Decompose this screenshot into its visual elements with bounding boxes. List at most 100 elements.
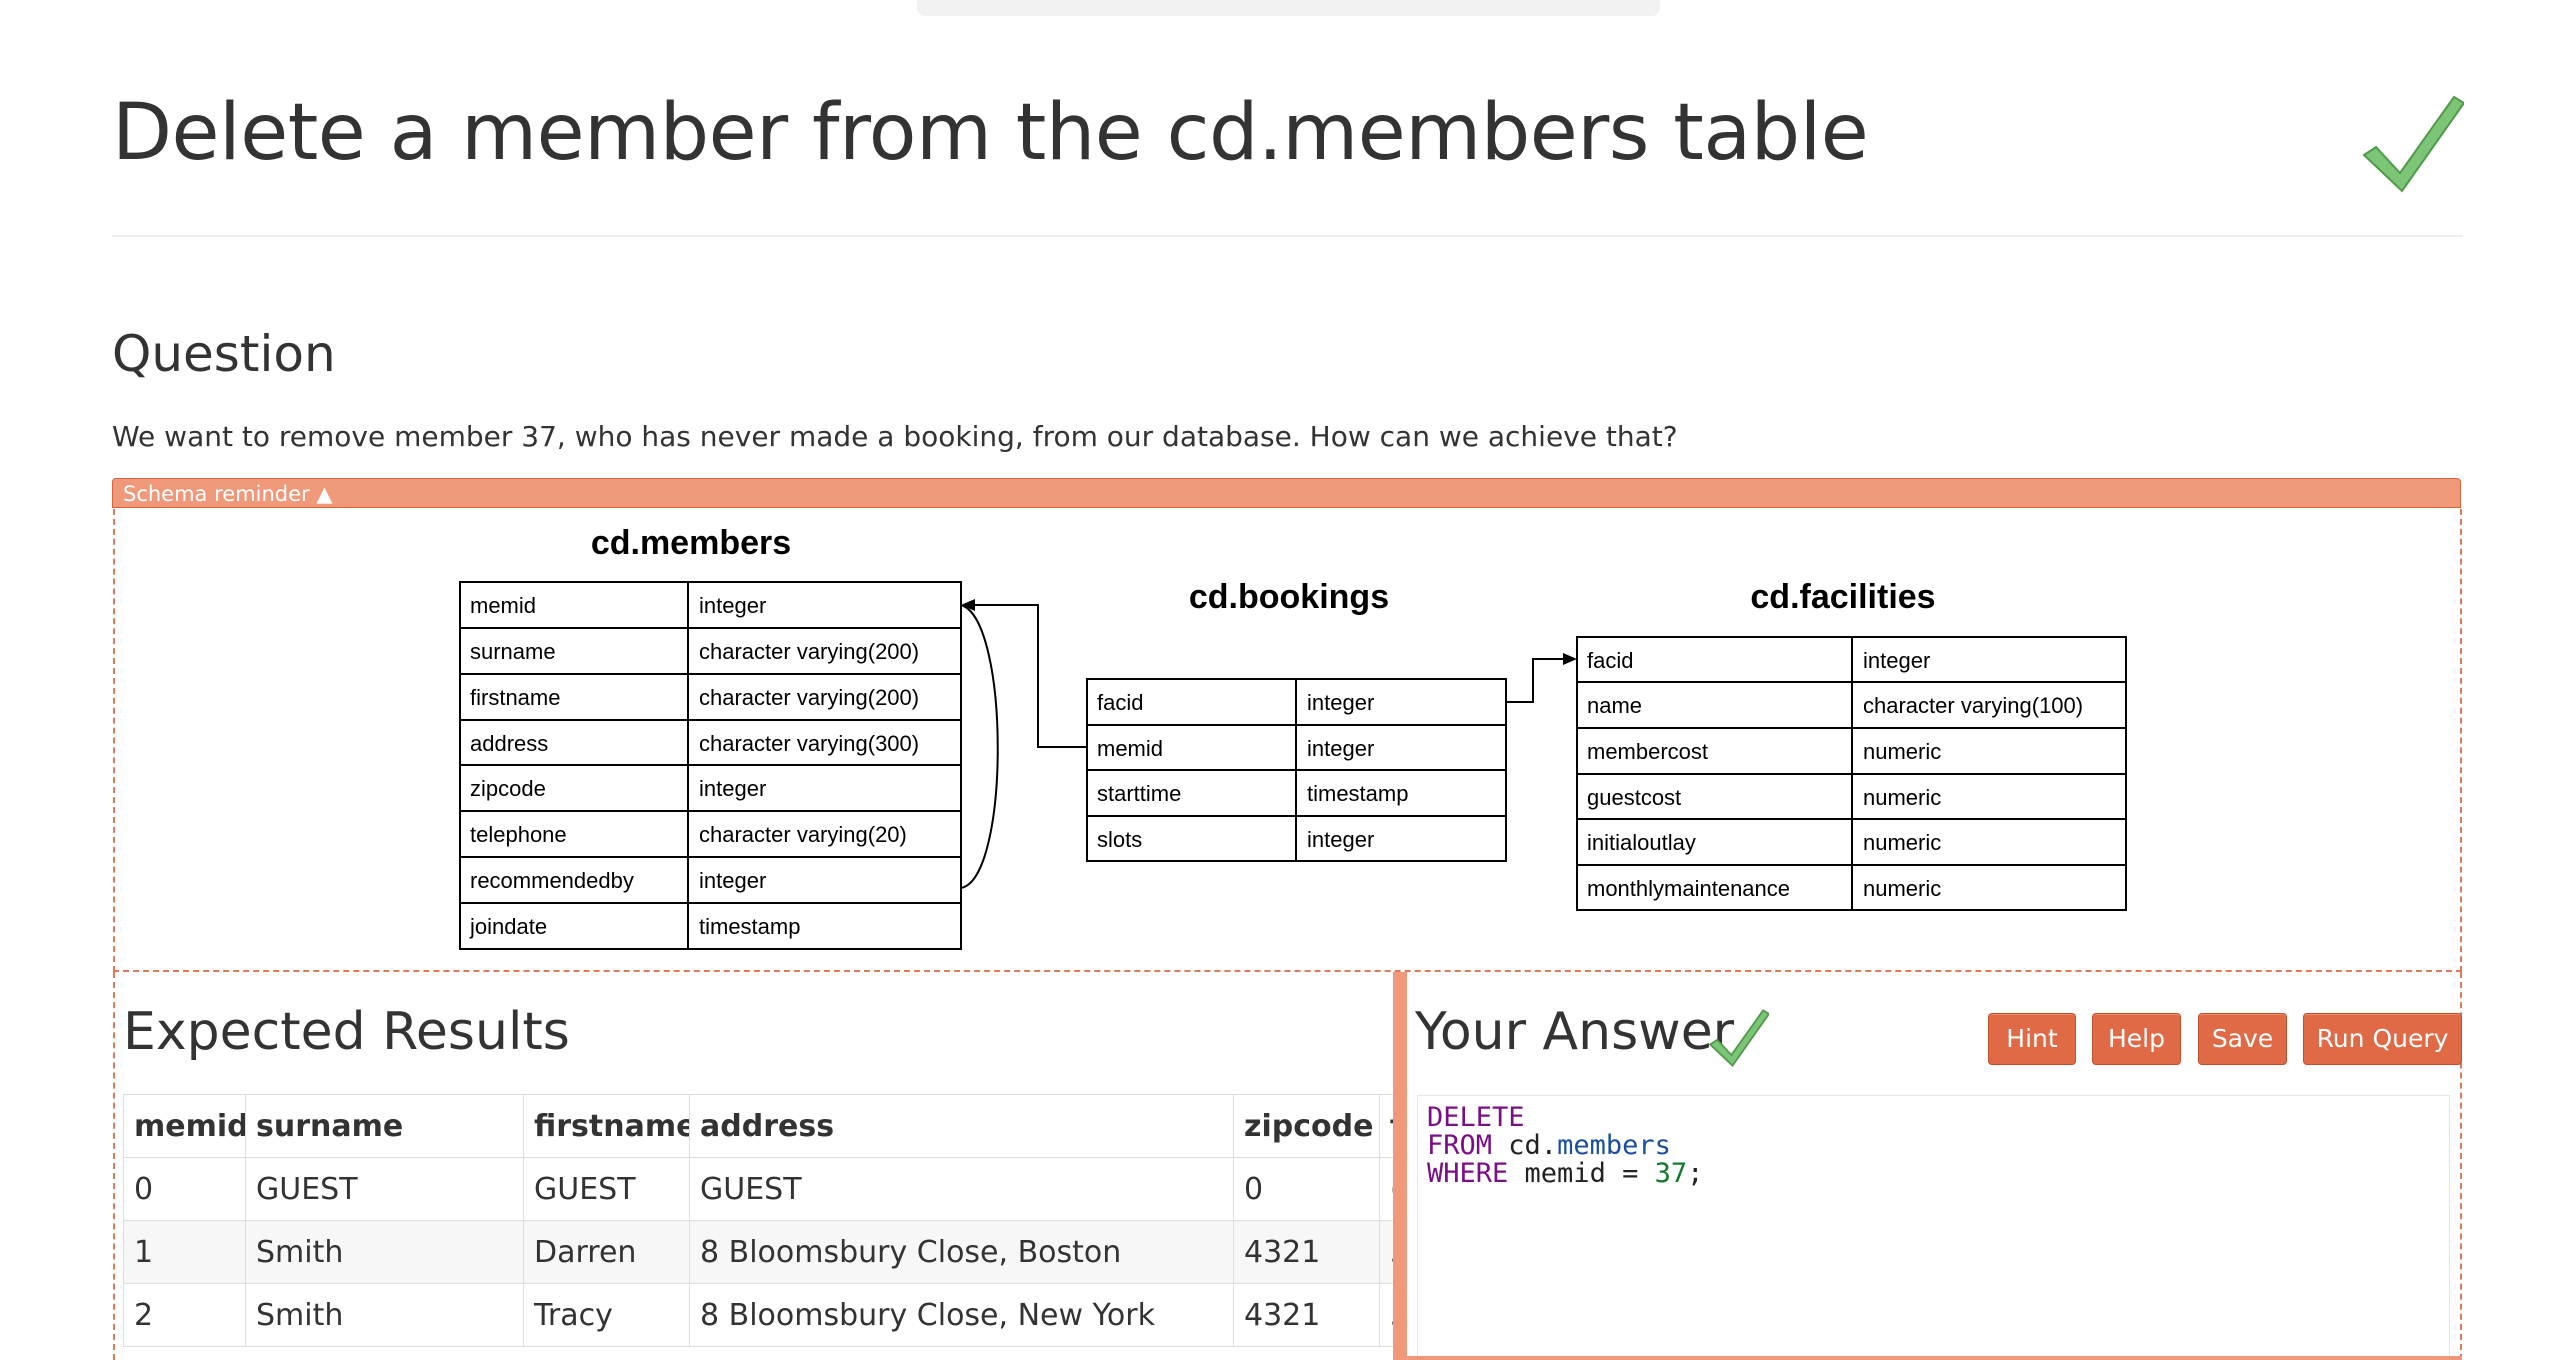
sql-condition: memid = <box>1524 1158 1655 1189</box>
editor-bottom-bar <box>1407 1356 2462 1360</box>
table-cell: GUEST <box>523 1157 690 1221</box>
table-header-row: memid surname firstname address zipcode … <box>123 1094 1395 1158</box>
code-line: FROM cd.members <box>1427 1132 2440 1160</box>
schema-type: integer <box>1307 827 1374 852</box>
schema-type: numeric <box>1863 876 1941 901</box>
schema-field: name <box>1587 693 1642 718</box>
title-divider <box>112 235 2463 237</box>
schema-field: telephone <box>470 822 567 847</box>
bookings-schema-table <box>1086 678 1507 862</box>
schema-field: guestcost <box>1587 785 1681 810</box>
schema-type: numeric <box>1863 739 1941 764</box>
question-heading: Question <box>112 325 336 383</box>
relation-recommendedby-memid <box>960 604 999 889</box>
schema-field: slots <box>1097 827 1142 852</box>
hint-button[interactable]: Hint <box>1988 1013 2076 1065</box>
schema-field: monthlymaintenance <box>1587 876 1790 901</box>
column-header[interactable]: memid <box>123 1094 246 1158</box>
sql-number: 37 <box>1654 1158 1688 1189</box>
schema-diagram-panel: cd.members cd.bookings cd.facilities mem… <box>113 509 2462 972</box>
page-title: Delete a member from the cd.members tabl… <box>112 88 1869 178</box>
schema-type: character varying(20) <box>699 822 907 847</box>
top-tab <box>917 0 1660 16</box>
table-cell: Smith <box>245 1220 524 1284</box>
table-row: 2 Smith Tracy 8 Bloomsbury Close, New Yo… <box>123 1283 1395 1347</box>
table-cell: GUEST <box>245 1157 524 1221</box>
schema-type: character varying(200) <box>699 639 919 664</box>
relation-bookings-memid-members <box>973 604 1087 748</box>
table-cell: 4321 <box>1233 1220 1380 1284</box>
schema-field: joindate <box>469 914 547 939</box>
sql-keyword: FROM <box>1427 1130 1493 1161</box>
facilities-schema-table <box>1576 636 2127 911</box>
run-query-button[interactable]: Run Query <box>2303 1013 2462 1065</box>
table-cell: Darren <box>523 1220 690 1284</box>
table-cell: 1 <box>123 1220 246 1284</box>
sql-table: members <box>1557 1130 1671 1161</box>
column-header[interactable]: address <box>689 1094 1234 1158</box>
schema-field: facid <box>1587 648 1633 673</box>
schema-field: memid <box>1097 736 1163 761</box>
expected-results-table: memid surname firstname address zipcode … <box>123 1094 1395 1347</box>
schema-type: integer <box>699 868 766 893</box>
schema-field: recommendedby <box>470 868 634 893</box>
schema-field: surname <box>470 639 556 664</box>
help-button[interactable]: Help <box>2092 1013 2181 1065</box>
table-cell: GUEST <box>689 1157 1234 1221</box>
schema-field: address <box>470 731 548 756</box>
table-cell: Tracy <box>523 1283 690 1347</box>
schema-type: character varying(300) <box>699 731 919 756</box>
schema-type: timestamp <box>1307 781 1408 806</box>
table-row: 0 GUEST GUEST GUEST 0 (0 <box>123 1157 1395 1221</box>
sql-schema: cd. <box>1508 1130 1558 1161</box>
schema-field: firstname <box>470 685 560 710</box>
relation-bookings-facid-facilities <box>1506 658 1565 703</box>
arrowhead <box>1563 653 1577 665</box>
code-line: WHERE memid = 37; <box>1427 1160 2440 1188</box>
save-button[interactable]: Save <box>2198 1013 2287 1065</box>
column-header[interactable]: surname <box>245 1094 524 1158</box>
schema-field: memid <box>470 593 536 618</box>
schema-reminder-toggle[interactable]: Schema reminder ▲ <box>112 478 2461 508</box>
code-line: DELETE <box>1427 1104 2440 1132</box>
schema-field: initialoutlay <box>1587 830 1696 855</box>
table-cell: 2 <box>123 1283 246 1347</box>
schema-field: starttime <box>1097 781 1181 806</box>
schema-type: integer <box>1307 736 1374 761</box>
schema-type: integer <box>699 776 766 801</box>
sql-terminator: ; <box>1687 1158 1704 1189</box>
check-icon <box>2362 95 2464 193</box>
panel-resize-handle[interactable] <box>1393 972 1407 1360</box>
table-cell: 4321 <box>1233 1283 1380 1347</box>
expected-results-panel: Expected Results memid surname firstname… <box>113 972 1395 1360</box>
members-schema-table <box>459 581 962 950</box>
sql-keyword: WHERE <box>1427 1158 1509 1189</box>
schema-type: integer <box>1863 648 1930 673</box>
schema-type: integer <box>699 593 766 618</box>
your-answer-heading: Your Answer <box>1415 1002 1735 1062</box>
table-title-facilities: cd.facilities <box>1750 578 1935 616</box>
table-cell: 8 Bloomsbury Close, Boston <box>689 1220 1234 1284</box>
table-cell: Smith <box>245 1283 524 1347</box>
schema-type: numeric <box>1863 830 1941 855</box>
schema-diagram: cd.members cd.bookings cd.facilities mem… <box>459 524 2127 950</box>
check-icon <box>1709 1009 1769 1067</box>
sql-editor[interactable]: DELETE FROM cd.members WHERE memid = 37; <box>1417 1095 2450 1360</box>
table-row: 1 Smith Darren 8 Bloomsbury Close, Bosto… <box>123 1220 1395 1284</box>
table-cell: 0 <box>1233 1157 1380 1221</box>
schema-field: zipcode <box>470 776 546 801</box>
schema-type: timestamp <box>699 914 800 939</box>
column-header[interactable]: zipcode <box>1233 1094 1380 1158</box>
schema-type: character varying(100) <box>1863 693 2083 718</box>
column-header[interactable]: firstname <box>523 1094 690 1158</box>
schema-type: character varying(200) <box>699 685 919 710</box>
schema-type: integer <box>1307 690 1374 715</box>
schema-type: numeric <box>1863 785 1941 810</box>
question-text: We want to remove member 37, who has nev… <box>112 420 1678 453</box>
table-title-members: cd.members <box>591 524 791 562</box>
table-title-bookings: cd.bookings <box>1189 578 1389 616</box>
expected-results-heading: Expected Results <box>123 1002 570 1062</box>
schema-field: membercost <box>1587 739 1708 764</box>
sql-keyword: DELETE <box>1427 1102 1525 1133</box>
schema-field: facid <box>1097 690 1143 715</box>
